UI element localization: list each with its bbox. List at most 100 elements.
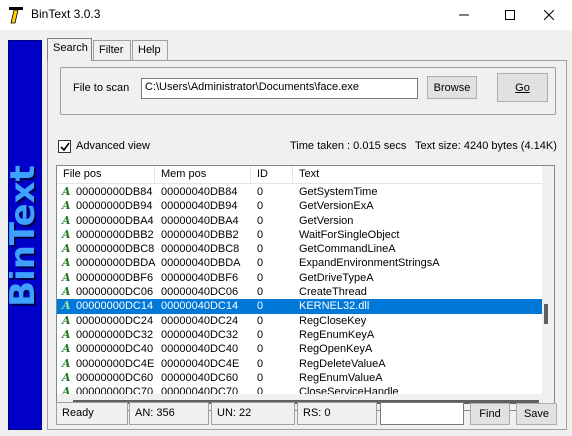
file-to-scan-label: File to scan: [73, 82, 130, 94]
ansi-string-icon: A: [62, 356, 71, 370]
cell-id: 0: [257, 257, 264, 270]
advanced-view-label[interactable]: Advanced view: [76, 140, 150, 152]
text-size-text: Text size: 4240 bytes (4.14K): [415, 140, 557, 152]
cell-text: RegCloseKey: [299, 314, 367, 327]
find-button[interactable]: Find: [470, 403, 510, 425]
cell-text: RegDeleteValueA: [299, 357, 386, 370]
cell-id: 0: [257, 286, 264, 299]
cell-text: RegEnumKeyA: [299, 328, 375, 341]
tab-help[interactable]: Help: [132, 40, 168, 60]
ansi-string-icon: A: [62, 313, 71, 327]
table-row[interactable]: A 00000000DB94 00000040DB94 0 GetVersionExA: [57, 199, 542, 213]
cell-mem-pos: 00000040DBB2: [161, 228, 239, 241]
minimize-button[interactable]: [441, 0, 487, 30]
table-row[interactable]: A 00000000DBA4 00000040DBA4 0 GetVersion: [57, 214, 542, 228]
table-row[interactable]: A 00000000DB84 00000040DB84 0 GetSystemTime: [57, 185, 542, 199]
cell-text: GetVersionExA: [299, 200, 374, 213]
maximize-icon: [505, 10, 515, 20]
strings-list[interactable]: File pos Mem pos ID Text A 00000000DB84 00…: [56, 165, 555, 411]
vertical-scroll-thumb[interactable]: [544, 304, 548, 324]
table-row[interactable]: A 00000000DC4E 00000040DC4E 0 RegDeleteValue…: [57, 357, 542, 371]
tab-search-label: Search: [53, 42, 88, 54]
cell-text: CreateThread: [299, 286, 367, 299]
table-row[interactable]: A 00000000DBC8 00000040DBC8 0 GetCommandLine…: [57, 242, 542, 256]
cell-file-pos: 00000000DBF6: [76, 271, 154, 284]
cell-file-pos: 00000000DC14: [76, 300, 154, 313]
cell-text: KERNEL32.dll: [299, 300, 370, 313]
cell-file-pos: 00000000DB94: [76, 200, 153, 213]
advanced-view-checkbox[interactable]: [58, 140, 71, 153]
cell-file-pos: 00000000DBB2: [76, 228, 154, 241]
cell-file-pos: 00000000DC32: [76, 328, 154, 341]
cell-mem-pos: 00000040DC06: [161, 286, 239, 299]
col-text[interactable]: Text: [293, 166, 542, 184]
cell-mem-pos: 00000040DBA4: [161, 214, 239, 227]
title-bar: BinText 3.0.3: [0, 0, 572, 30]
ansi-string-icon: A: [62, 256, 71, 270]
cell-id: 0: [257, 228, 264, 241]
sidebar-logo-panel: BinText BinText: [3, 40, 45, 430]
col-file-pos[interactable]: File pos: [57, 166, 155, 184]
cell-file-pos: 00000000DBDA: [76, 257, 156, 270]
ansi-string-icon: A: [62, 299, 71, 313]
close-icon: [544, 10, 554, 20]
table-row[interactable]: A 00000000DBF6 00000040DBF6 0 GetDriveTypeA: [57, 271, 542, 285]
cell-text: WaitForSingleObject: [299, 228, 400, 241]
find-input[interactable]: [380, 402, 464, 425]
cell-id: 0: [257, 357, 264, 370]
cell-file-pos: 00000000DC40: [76, 343, 154, 356]
browse-button-label: Browse: [433, 81, 471, 94]
table-row[interactable]: A 00000000DC40 00000040DC40 0 RegOpenKeyA: [57, 342, 542, 356]
cell-mem-pos: 00000040DBDA: [161, 257, 241, 270]
ansi-string-icon: A: [62, 285, 71, 299]
table-row[interactable]: A 00000000DC14 00000040DC14 0 KERNEL32.dll: [57, 299, 542, 314]
save-button[interactable]: Save: [516, 403, 557, 425]
cell-id: 0: [257, 271, 264, 284]
bintext-app-icon: [9, 7, 23, 24]
col-id[interactable]: ID: [251, 166, 293, 184]
ansi-string-icon: A: [62, 213, 71, 227]
browse-button[interactable]: Browse: [427, 76, 477, 99]
tab-filter[interactable]: Filter: [93, 40, 131, 60]
col-mem-pos[interactable]: Mem pos: [155, 166, 251, 184]
close-button[interactable]: [526, 0, 572, 30]
cell-id: 0: [257, 200, 264, 213]
cell-id: 0: [257, 243, 264, 256]
cell-text: GetCommandLineA: [299, 243, 396, 256]
cell-id: 0: [257, 314, 264, 327]
table-row[interactable]: A 00000000DC06 00000040DC06 0 CreateThread: [57, 285, 542, 299]
table-row[interactable]: A 00000000DC32 00000040DC32 0 RegEnumKeyA: [57, 328, 542, 342]
table-row[interactable]: A 00000000DC24 00000040DC24 0 RegCloseKey: [57, 314, 542, 328]
cell-id: 0: [257, 300, 264, 313]
cell-mem-pos: 00000040DC60: [161, 371, 239, 384]
cell-mem-pos: 00000040DC40: [161, 343, 239, 356]
go-button-label: Go: [515, 81, 530, 94]
go-button[interactable]: Go: [497, 73, 548, 102]
client-area: BinText BinText Search Filter Help File …: [0, 30, 572, 436]
cell-file-pos: 00000000DC24: [76, 314, 154, 327]
table-row[interactable]: A 00000000DC60 00000040DC60 0 RegEnumValueA: [57, 371, 542, 385]
cell-mem-pos: 00000040DBF6: [161, 271, 239, 284]
save-button-label: Save: [523, 408, 550, 420]
tab-search[interactable]: Search: [47, 38, 92, 61]
cell-text: GetSystemTime: [299, 186, 378, 198]
cell-file-pos: 00000000DC4E: [76, 357, 155, 370]
table-row[interactable]: A 00000000DBDA 00000040DBDA 0 ExpandEnvironm…: [57, 256, 542, 270]
cell-id: 0: [257, 343, 264, 356]
status-rs-count: RS: 0: [297, 402, 377, 425]
ansi-string-icon: A: [62, 185, 71, 198]
cell-file-pos: 00000000DC06: [76, 286, 154, 299]
cell-text: GetDriveTypeA: [299, 271, 374, 284]
table-row[interactable]: A 00000000DBB2 00000040DBB2 0 WaitForSingleO…: [57, 228, 542, 242]
file-to-scan-input[interactable]: C:\Users\Administrator\Documents\face.ex…: [141, 78, 418, 99]
checkmark-icon: [59, 142, 70, 151]
cell-id: 0: [257, 328, 264, 341]
list-header: File pos Mem pos ID Text: [57, 166, 542, 184]
bintext-logo: BinText BinText: [3, 165, 45, 309]
cell-file-pos: 00000000DBA4: [76, 214, 154, 227]
scan-groupbox: File to scan C:\Users\Administrator\Docu…: [60, 67, 556, 115]
ansi-string-icon: A: [62, 342, 71, 356]
time-taken-text: Time taken : 0.015 secs: [290, 140, 407, 152]
vertical-scrollbar[interactable]: [542, 166, 554, 394]
cell-text: RegOpenKeyA: [299, 343, 373, 356]
